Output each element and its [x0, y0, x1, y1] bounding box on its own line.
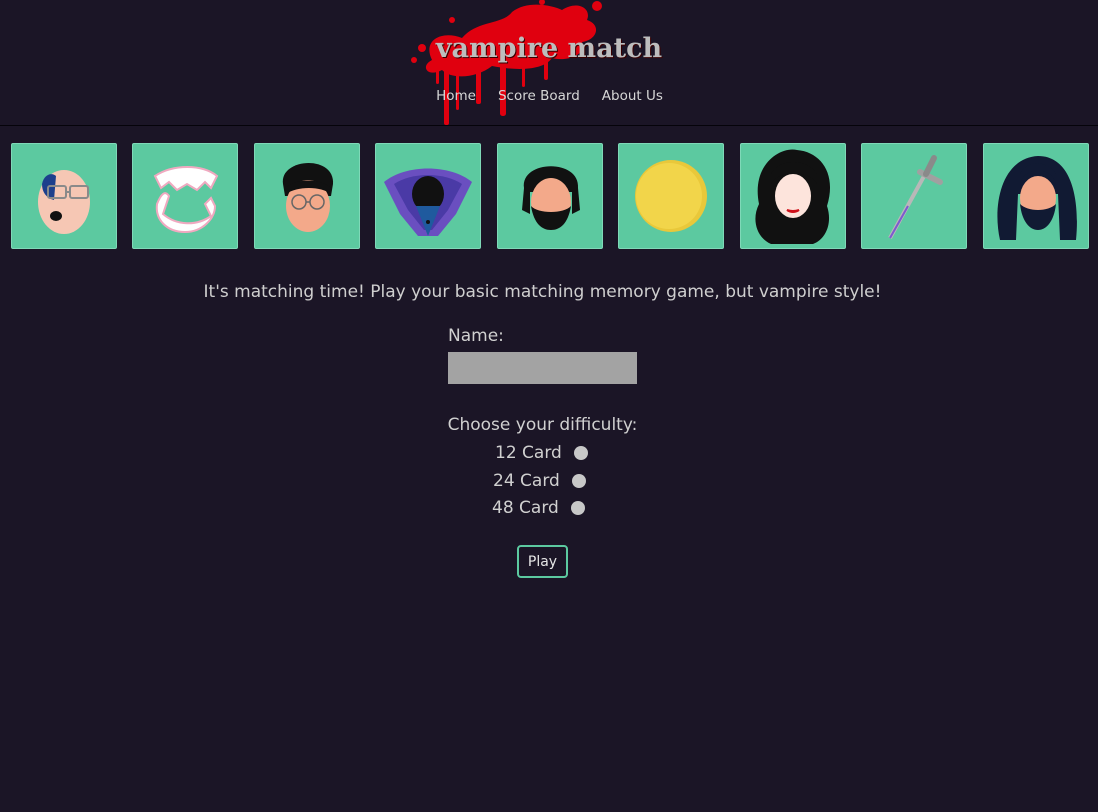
radio-12-card[interactable]	[573, 446, 588, 460]
play-button[interactable]: Play	[517, 545, 568, 578]
card	[618, 143, 724, 249]
woman-dark-hair-icon	[755, 149, 831, 244]
card	[254, 143, 360, 249]
vampire-fangs-icon	[153, 166, 219, 234]
name-label: Name:	[448, 326, 504, 346]
card	[497, 143, 603, 249]
nav-score-board-link[interactable]: Score Board	[498, 88, 580, 104]
vampire-cape-icon	[384, 168, 472, 236]
difficulty-label: Choose your difficulty:	[447, 415, 638, 435]
nav-home-link[interactable]: Home	[436, 88, 476, 104]
option-label: 24 Card	[493, 471, 560, 491]
bald-man-glasses-icon	[38, 170, 90, 234]
main-nav: Home Score Board About Us	[0, 88, 1098, 104]
card	[375, 143, 481, 249]
name-input[interactable]	[448, 352, 637, 384]
difficulty-option-24[interactable]: 24 Card	[493, 470, 586, 492]
gold-coin-icon	[635, 160, 707, 232]
intro-text: It's matching time! Play your basic matc…	[203, 282, 882, 302]
card	[11, 143, 117, 249]
long-hair-bearded-man-icon	[997, 156, 1077, 240]
option-label: 12 Card	[495, 443, 562, 463]
man-round-glasses-icon	[282, 162, 334, 232]
card	[740, 143, 846, 249]
nav-about-us-link[interactable]: About Us	[602, 88, 663, 104]
card	[983, 143, 1089, 249]
dagger-icon	[888, 155, 943, 239]
radio-24-card[interactable]	[571, 474, 586, 488]
site-header: vampire match Home Score Board About Us	[0, 0, 1098, 126]
difficulty-option-12[interactable]: 12 Card	[495, 442, 588, 464]
difficulty-option-48[interactable]: 48 Card	[492, 497, 585, 519]
option-label: 48 Card	[492, 498, 559, 518]
card-showcase	[11, 143, 1089, 249]
card	[861, 143, 967, 249]
card	[132, 143, 238, 249]
bearded-man-icon	[522, 166, 580, 230]
radio-48-card[interactable]	[570, 501, 585, 515]
site-title: vampire match	[435, 33, 663, 64]
